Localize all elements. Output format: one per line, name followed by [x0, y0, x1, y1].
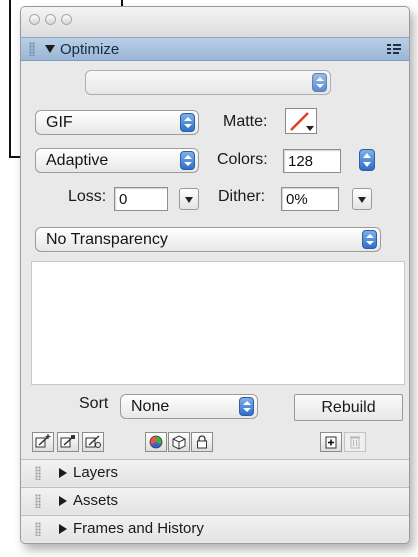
- rebuild-button[interactable]: Rebuild: [294, 394, 403, 421]
- dither-label: Dither:: [218, 188, 266, 205]
- loss-dropdown-button[interactable]: [179, 188, 199, 210]
- matte-label: Matte:: [223, 113, 268, 130]
- section-grip-icon[interactable]: [35, 522, 41, 536]
- colors-field[interactable]: 128: [283, 149, 341, 173]
- panel-grip-icon[interactable]: [29, 42, 35, 56]
- colors-label: Colors:: [217, 151, 268, 168]
- close-window-button[interactable]: [29, 14, 40, 25]
- transparency-popup[interactable]: No Transparency: [35, 227, 381, 252]
- disclosure-triangle-expanded-icon[interactable]: [45, 45, 55, 53]
- sort-value: None: [131, 398, 170, 415]
- zoom-window-button[interactable]: [61, 14, 72, 25]
- panel-options-menu-icon[interactable]: [387, 44, 401, 56]
- lock-color-icon[interactable]: [57, 432, 79, 452]
- section-grip-icon[interactable]: [35, 494, 41, 508]
- trash-icon[interactable]: [344, 432, 366, 452]
- section-assets[interactable]: Assets: [21, 487, 409, 514]
- section-grip-icon[interactable]: [35, 466, 41, 480]
- sort-stepper-icon: [239, 397, 254, 416]
- colors-stepper-button[interactable]: [359, 149, 375, 171]
- optimize-window: Optimize GIF Matte: Adaptive Colors: 128…: [20, 6, 410, 544]
- section-layers-label: Layers: [73, 464, 119, 481]
- colors-value: 128: [288, 153, 314, 170]
- color-table[interactable]: [31, 261, 405, 385]
- cube-icon[interactable]: [168, 432, 190, 452]
- lock-icon[interactable]: [191, 432, 213, 452]
- loss-field[interactable]: 0: [114, 187, 168, 211]
- palette-stepper-icon: [180, 151, 195, 170]
- saved-settings-popup[interactable]: [85, 70, 331, 95]
- dither-value: 0%: [286, 191, 308, 208]
- palette-popup[interactable]: Adaptive: [35, 148, 199, 173]
- transparency-stepper-icon: [362, 230, 377, 249]
- edit-color-icon[interactable]: [32, 432, 54, 452]
- disclosure-triangle-collapsed-icon[interactable]: [59, 496, 67, 506]
- saved-settings-stepper-icon: [312, 73, 327, 92]
- color-wheel-icon[interactable]: [145, 432, 167, 452]
- snap-to-web-safe-icon[interactable]: [82, 432, 104, 452]
- panel-title: Optimize: [60, 41, 120, 58]
- loss-label: Loss:: [68, 188, 107, 205]
- export-format-value: GIF: [46, 114, 73, 131]
- dither-dropdown-button[interactable]: [352, 188, 372, 210]
- section-frames-and-history-label: Frames and History: [73, 520, 204, 537]
- no-color-slash-icon: [290, 112, 314, 131]
- section-layers[interactable]: Layers: [21, 459, 409, 486]
- palette-value: Adaptive: [46, 152, 109, 169]
- minimize-window-button[interactable]: [45, 14, 56, 25]
- title-bar[interactable]: [21, 7, 409, 37]
- sort-popup[interactable]: None: [120, 394, 258, 419]
- callout-line-palette-vertical: [9, 0, 11, 157]
- loss-value: 0: [119, 191, 128, 208]
- sort-label: Sort: [79, 395, 109, 412]
- dither-field[interactable]: 0%: [281, 187, 339, 211]
- optimize-panel-header[interactable]: Optimize: [21, 37, 409, 61]
- section-frames-and-history[interactable]: Frames and History: [21, 515, 409, 542]
- disclosure-triangle-collapsed-icon[interactable]: [59, 524, 67, 534]
- matte-color-swatch[interactable]: [285, 108, 317, 134]
- disclosure-triangle-collapsed-icon[interactable]: [59, 468, 67, 478]
- export-format-stepper-icon: [180, 113, 195, 132]
- transparency-value: No Transparency: [46, 231, 168, 248]
- export-format-popup[interactable]: GIF: [35, 110, 199, 135]
- add-color-icon[interactable]: [320, 432, 342, 452]
- section-assets-label: Assets: [73, 492, 119, 509]
